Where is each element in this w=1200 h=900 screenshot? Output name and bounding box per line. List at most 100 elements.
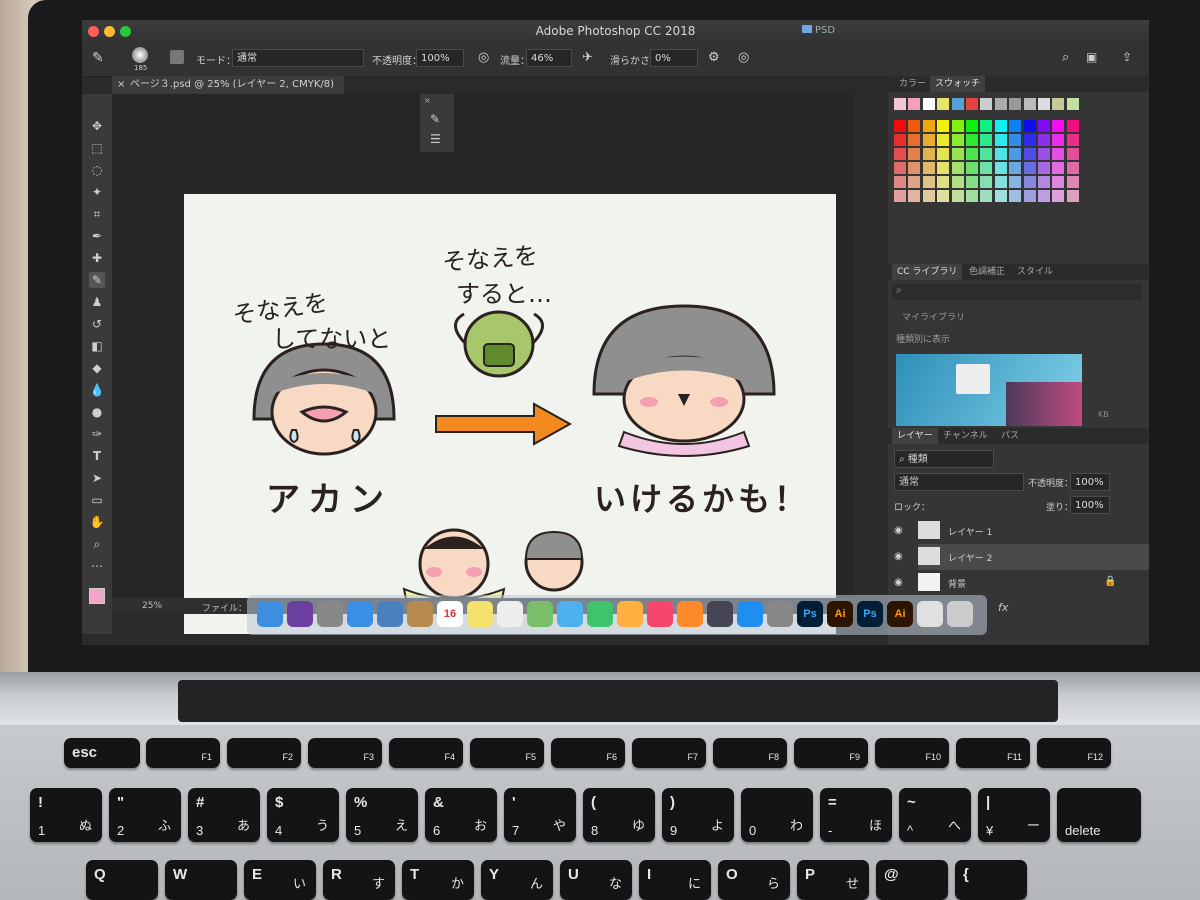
layer-row[interactable]: ◉ レイヤー 1 xyxy=(894,518,1149,544)
library-search-input[interactable]: ⌕ xyxy=(892,284,1142,300)
key-letter[interactable]: Pせ xyxy=(797,860,869,900)
key-digit[interactable]: (8 ゆ xyxy=(583,788,655,842)
swatch[interactable] xyxy=(1023,120,1036,132)
swatch[interactable] xyxy=(1052,148,1065,160)
crop-tool-icon[interactable]: ⌗ xyxy=(89,206,105,222)
visibility-eye-icon[interactable]: ◉ xyxy=(894,551,903,562)
tab-cc-libraries[interactable]: CC ライブラリ xyxy=(892,264,963,280)
key-digit[interactable]: ' 7 や xyxy=(504,788,576,842)
swatch[interactable] xyxy=(1066,148,1079,160)
dock-messages-icon[interactable] xyxy=(557,601,583,627)
eyedropper-tool-icon[interactable]: ✒ xyxy=(89,228,105,244)
search-icon[interactable]: ⌕ xyxy=(1062,50,1069,65)
dock-music-icon[interactable] xyxy=(647,601,673,627)
blend-mode-select[interactable]: 通常 xyxy=(894,473,1024,491)
swatch[interactable] xyxy=(937,148,950,160)
swatch[interactable] xyxy=(980,162,993,174)
swatch[interactable] xyxy=(922,148,935,160)
swatch[interactable] xyxy=(1066,162,1079,174)
swatch[interactable] xyxy=(937,162,950,174)
swatch[interactable] xyxy=(994,98,1007,110)
key-letter[interactable]: Yん xyxy=(481,860,553,900)
swatch[interactable] xyxy=(1052,162,1065,174)
swatch[interactable] xyxy=(951,134,964,146)
key-letter[interactable]: Tか xyxy=(402,860,474,900)
dock-contacts-icon[interactable] xyxy=(407,601,433,627)
key-digit[interactable]: % 5 え xyxy=(346,788,418,842)
gear-icon[interactable]: ⚙ xyxy=(708,50,720,65)
swatch[interactable] xyxy=(922,176,935,188)
swatch[interactable] xyxy=(951,98,964,110)
swatch[interactable] xyxy=(908,148,921,160)
swatch[interactable] xyxy=(908,134,921,146)
tab-layers[interactable]: レイヤー xyxy=(892,428,938,444)
swatch[interactable] xyxy=(1023,98,1036,110)
dock-ps-icon[interactable]: Ps xyxy=(857,601,883,627)
dock-preview-icon[interactable] xyxy=(377,601,403,627)
tab-swatches[interactable]: スウォッチ xyxy=(930,76,986,92)
swatch[interactable] xyxy=(980,190,993,202)
dock-finder-icon[interactable] xyxy=(257,601,283,627)
minimize-window-icon[interactable] xyxy=(104,26,115,37)
swatch[interactable] xyxy=(894,190,906,202)
swatch[interactable] xyxy=(937,176,950,188)
key-esc[interactable]: esc xyxy=(64,738,140,768)
key-letter[interactable]: { xyxy=(955,860,1027,900)
path-selection-tool-icon[interactable]: ➤ xyxy=(89,470,105,486)
brush-preset-icon[interactable] xyxy=(132,47,148,63)
swatch[interactable] xyxy=(1038,134,1050,146)
artboard[interactable]: そなえを してないと そなえを すると… アカン いけるかも！ xyxy=(184,194,836,634)
canvas-area[interactable]: × ✎ ☰ そなえを してないと そなえを すると… アカン いけるかも！ xyxy=(112,94,854,634)
dock-app-store-icon[interactable] xyxy=(737,601,763,627)
close-tab-icon[interactable]: × xyxy=(117,76,125,94)
key-digit[interactable]: ) 9 よ xyxy=(662,788,734,842)
swatch[interactable] xyxy=(894,162,906,174)
healing-tool-icon[interactable]: ✚ xyxy=(89,250,105,266)
key-f8[interactable]: F8 xyxy=(713,738,787,768)
brush-settings-icon[interactable]: ✎ xyxy=(430,112,440,126)
dock-time-machine-icon[interactable] xyxy=(707,601,733,627)
key-letter[interactable]: Rす xyxy=(323,860,395,900)
key-letter[interactable]: @ xyxy=(876,860,948,900)
swatch[interactable] xyxy=(980,134,993,146)
dock-textedit-icon[interactable] xyxy=(497,601,523,627)
fx-button[interactable]: fx xyxy=(998,601,1008,614)
dock-system-preferences-icon[interactable] xyxy=(767,601,793,627)
dock-launchpad-icon[interactable] xyxy=(317,601,343,627)
key-f1[interactable]: F1 xyxy=(146,738,220,768)
key-letter[interactable]: Q xyxy=(86,860,158,900)
swatch[interactable] xyxy=(1009,176,1022,188)
swatch[interactable] xyxy=(980,98,993,110)
key-f9[interactable]: F9 xyxy=(794,738,868,768)
library-view-select[interactable]: 種類別に表示 xyxy=(896,332,950,345)
mode-select[interactable]: 通常 xyxy=(232,49,364,67)
zoom-window-icon[interactable] xyxy=(120,26,131,37)
key-digit[interactable]: ~ ^ へ xyxy=(899,788,971,842)
key-f6[interactable]: F6 xyxy=(551,738,625,768)
smoothing-input[interactable]: 0% xyxy=(650,49,698,67)
swatch[interactable] xyxy=(980,120,993,132)
swatch[interactable] xyxy=(894,148,906,160)
swatch[interactable] xyxy=(951,120,964,132)
layer-row[interactable]: ◉ 背景 🔒 xyxy=(894,570,1149,596)
swatch[interactable] xyxy=(908,120,921,132)
swatch[interactable] xyxy=(908,190,921,202)
key-f10[interactable]: F10 xyxy=(875,738,949,768)
key-f12[interactable]: F12 xyxy=(1037,738,1111,768)
dock-safari-icon[interactable] xyxy=(347,601,373,627)
move-tool-icon[interactable]: ✥ xyxy=(89,118,105,134)
swatch[interactable] xyxy=(922,98,935,110)
airbrush-icon[interactable]: ✈ xyxy=(582,50,593,65)
swatch[interactable] xyxy=(1009,98,1022,110)
swatch[interactable] xyxy=(1023,190,1036,202)
dock-ai-icon[interactable]: Ai xyxy=(887,601,913,627)
eraser-tool-icon[interactable]: ◧ xyxy=(89,338,105,354)
key-digit[interactable]: = - ほ xyxy=(820,788,892,842)
dock-maps-icon[interactable] xyxy=(527,601,553,627)
key-f7[interactable]: F7 xyxy=(632,738,706,768)
key-f5[interactable]: F5 xyxy=(470,738,544,768)
key-digit[interactable]: $4 う xyxy=(267,788,339,842)
pen-tool-icon[interactable]: ✑ xyxy=(89,426,105,442)
swatch[interactable] xyxy=(966,148,978,160)
document-tab[interactable]: × ページ３.psd @ 25% (レイヤー 2, CMYK/8) xyxy=(112,76,345,94)
